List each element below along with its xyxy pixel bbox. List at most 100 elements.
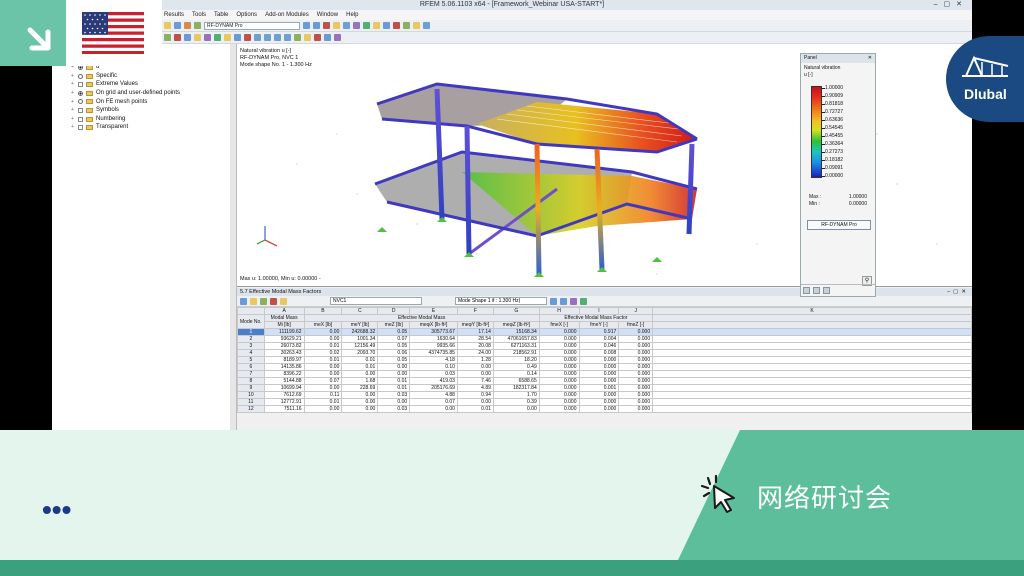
table-cell[interactable]: 0.07 <box>303 377 343 385</box>
table-cell[interactable]: 0.000 <box>618 349 654 357</box>
table-cell[interactable]: 242688.32 <box>341 328 379 336</box>
y-view-icon[interactable] <box>274 34 281 41</box>
column-letter[interactable]: D <box>377 307 411 315</box>
iso-view-icon[interactable] <box>254 34 261 41</box>
table-cell[interactable]: 0.000 <box>538 363 580 371</box>
table-cell[interactable]: 0.000 <box>618 363 654 371</box>
column-letter[interactable]: I <box>578 307 620 315</box>
table-cell[interactable]: 0.49 <box>492 363 540 371</box>
table-cell-empty[interactable] <box>652 377 972 385</box>
table-cell[interactable]: 0.000 <box>618 384 654 392</box>
table-cell[interactable]: 0.03 <box>377 405 411 413</box>
table-cell[interactable]: 0.00 <box>377 370 411 378</box>
menu-table[interactable]: Table <box>214 10 228 20</box>
panel-tab-filter[interactable] <box>823 287 830 294</box>
table-cell[interactable]: 7511.16 <box>263 405 305 413</box>
column-letter[interactable]: K <box>652 307 972 315</box>
table-cell-empty[interactable] <box>652 328 972 336</box>
table-cell[interactable]: 5144.88 <box>263 377 305 385</box>
expand-toggle-icon[interactable]: + <box>70 80 75 89</box>
mode-number-cell[interactable]: 11 <box>237 398 265 406</box>
table-cell[interactable]: 0.01 <box>341 363 379 371</box>
table-cell[interactable]: 0.000 <box>538 328 580 336</box>
hinge-icon[interactable] <box>224 34 231 41</box>
calculate-icon[interactable] <box>244 34 251 41</box>
table-cell[interactable]: 10699.94 <box>263 384 305 392</box>
zoom-icon[interactable] <box>383 22 390 29</box>
table-cell-empty[interactable] <box>652 363 972 371</box>
x-view-icon[interactable] <box>264 34 271 41</box>
z-view-icon[interactable] <box>284 34 291 41</box>
table-cell[interactable]: 0.00 <box>377 398 411 406</box>
navigator-item[interactable]: + Specific <box>62 72 236 81</box>
table-cell-empty[interactable] <box>652 370 972 378</box>
table-cell[interactable]: 8189.97 <box>263 356 305 364</box>
table-cell[interactable]: 0.000 <box>618 342 654 350</box>
table-cell[interactable]: 0.03 <box>409 370 458 378</box>
table-cell[interactable]: 4.18 <box>409 356 458 364</box>
table-cell[interactable]: 7.46 <box>456 377 494 385</box>
node-icon[interactable] <box>413 22 420 29</box>
table-cell[interactable]: 0.000 <box>618 398 654 406</box>
table-cell[interactable]: 0.00 <box>341 398 379 406</box>
table-cell[interactable]: 2093.70 <box>341 349 379 357</box>
table-cell[interactable]: 93629.21 <box>263 335 305 343</box>
mode-number-cell[interactable]: 2 <box>237 335 265 343</box>
table-select-icon[interactable] <box>270 297 277 305</box>
mode-number-cell[interactable]: 8 <box>237 377 265 385</box>
table-cell[interactable]: 0.000 <box>538 377 580 385</box>
checkbox[interactable] <box>78 107 83 113</box>
prev-icon[interactable] <box>303 22 310 29</box>
load-icon[interactable] <box>234 34 241 41</box>
menu-addon-modules[interactable]: Add-on Modules <box>265 10 309 20</box>
column-letter[interactable]: G <box>492 307 540 315</box>
menu-options[interactable]: Options <box>236 10 257 20</box>
table-cell[interactable]: 0.00 <box>377 363 411 371</box>
view-icon[interactable] <box>343 22 350 29</box>
table-cell-empty[interactable] <box>652 391 972 399</box>
panel-tab-factors[interactable] <box>813 287 820 294</box>
mode-number-cell[interactable]: 3 <box>237 342 265 350</box>
expand-toggle-icon[interactable]: + <box>70 115 75 124</box>
navigator-item[interactable]: + Extreme Values <box>62 80 236 89</box>
table-cell[interactable]: 0.000 <box>618 370 654 378</box>
table-cell[interactable]: 0.004 <box>578 335 620 343</box>
table-cell[interactable]: 0.10 <box>409 363 458 371</box>
table-cell[interactable]: 0.00 <box>303 370 343 378</box>
column-letter[interactable]: E <box>409 307 458 315</box>
table-cell[interactable]: 0.000 <box>578 370 620 378</box>
deform-icon[interactable] <box>314 34 321 41</box>
filter-icon[interactable] <box>363 22 370 29</box>
table-row[interactable]: 6 14135.86 0.00 0.01 0.00 0.10 0.00 0.49 0.000 0.… <box>237 363 972 371</box>
table-cell[interactable]: 0.00 <box>492 405 540 413</box>
open-icon[interactable] <box>164 22 171 29</box>
table-cell[interactable]: 0.00 <box>456 398 494 406</box>
mode-number-cell[interactable]: 1 <box>237 328 265 336</box>
save-icon[interactable] <box>174 22 181 29</box>
new-node-icon[interactable] <box>164 34 171 41</box>
table-cell[interactable]: 0.00 <box>409 405 458 413</box>
table-cell[interactable]: 0.01 <box>303 342 343 350</box>
navigator-item[interactable]: + Numbering <box>62 115 236 124</box>
table-cell[interactable]: 0.000 <box>538 398 580 406</box>
table-cell[interactable]: 0.00 <box>303 328 343 336</box>
table-cell[interactable]: 0.000 <box>618 377 654 385</box>
table-cell[interactable]: 0.046 <box>578 342 620 350</box>
checkbox[interactable] <box>78 125 83 131</box>
table-cell[interactable]: 0.07 <box>377 335 411 343</box>
table-cell[interactable]: 0.00 <box>341 391 379 399</box>
navigator-item[interactable]: + Transparent <box>62 123 236 132</box>
table-cell-empty[interactable] <box>652 398 972 406</box>
table-window-controls[interactable]: –▢✕ <box>947 288 969 296</box>
table-cell[interactable]: 0.000 <box>538 405 580 413</box>
table-cell[interactable]: 0.07 <box>409 398 458 406</box>
table-cell-empty[interactable] <box>652 349 972 357</box>
table-cell[interactable]: 0.01 <box>377 384 411 392</box>
table-cell[interactable]: 18.20 <box>492 356 540 364</box>
table-cell[interactable]: 0.02 <box>303 349 343 357</box>
table-cell[interactable]: 24.00 <box>456 349 494 357</box>
table-cell[interactable]: 0.00 <box>303 363 343 371</box>
table-cell-empty[interactable] <box>652 356 972 364</box>
support-icon[interactable] <box>214 34 221 41</box>
table-row[interactable]: 5 8189.97 0.01 0.01 0.05 4.18 1.28 18.20 0.000 0.… <box>237 356 972 364</box>
